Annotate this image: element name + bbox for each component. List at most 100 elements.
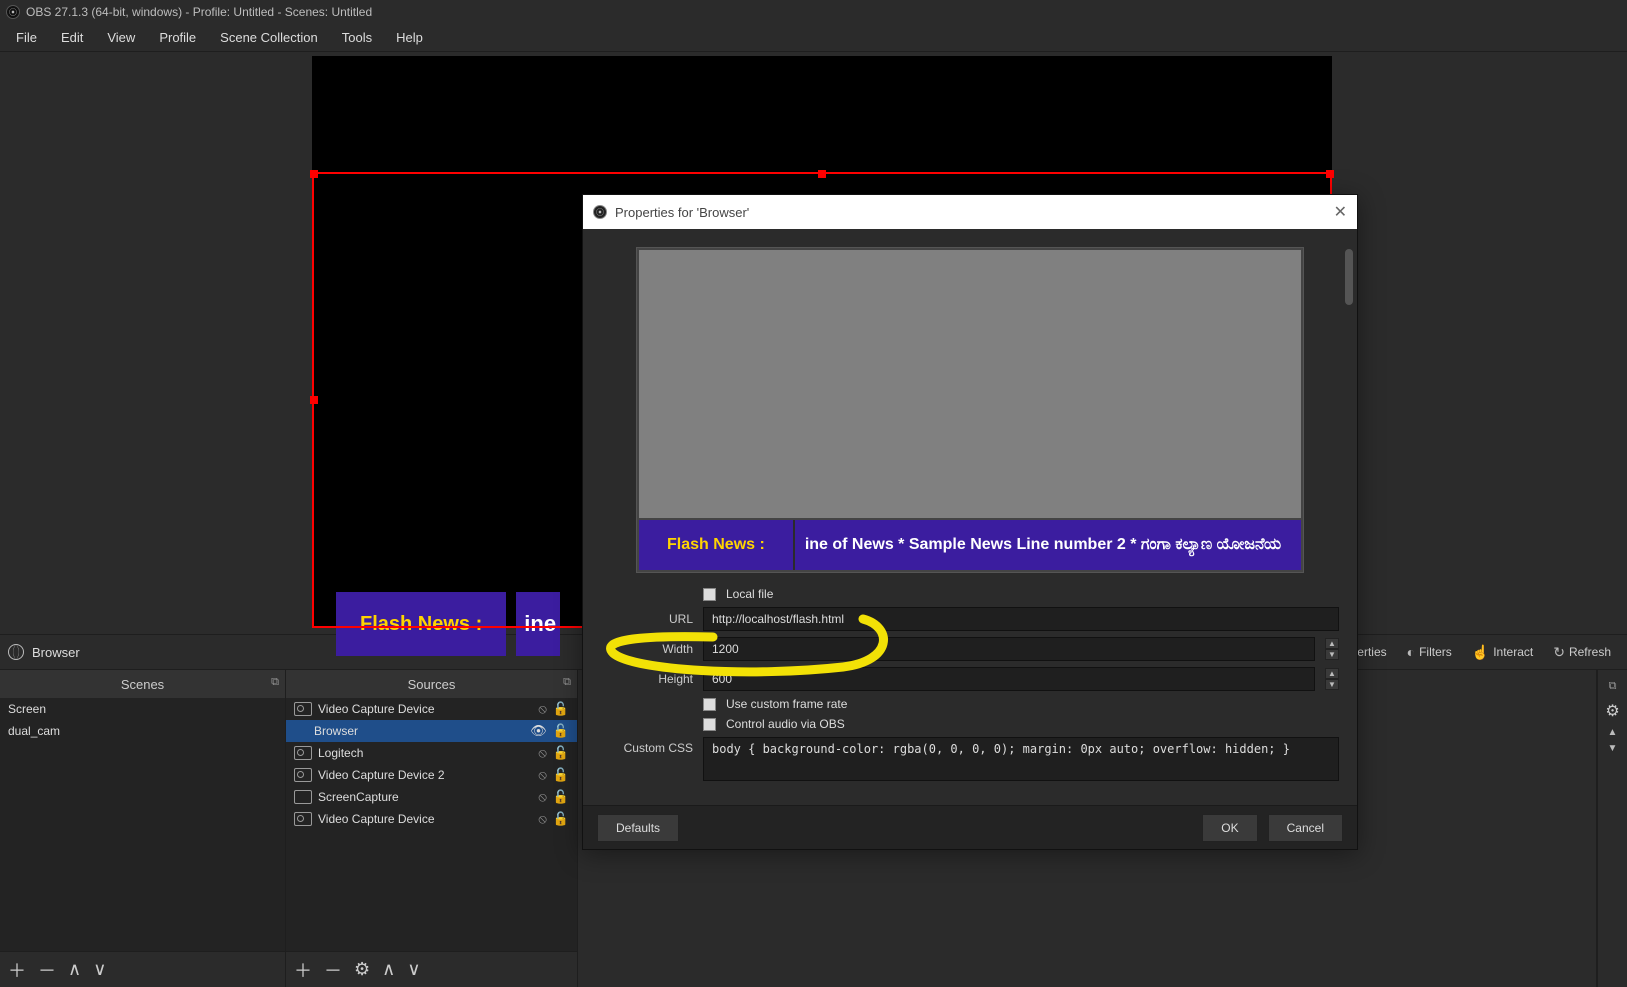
move-down-button[interactable]: ∨ [407,959,420,980]
dialog-flash-label: Flash News : [639,520,793,570]
dialog-title: Properties for 'Browser' [615,205,749,220]
popout-icon[interactable]: ⧉ [271,676,279,689]
height-spin-up[interactable]: ▲ [1325,668,1339,679]
url-label: URL [601,612,693,626]
visibility-toggle[interactable]: ⦸ [538,701,546,717]
source-item[interactable]: Browser👁🔓 [286,720,577,742]
filters-button[interactable]: ◐Filters [1399,640,1460,664]
browser-icon [294,724,308,738]
local-file-checkbox[interactable] [703,588,716,601]
preview-flash-bar: Flash News : ine [336,592,560,656]
close-icon[interactable]: ✕ [1334,202,1347,222]
settings-icon[interactable]: ⚙ [1605,701,1619,721]
ok-button[interactable]: OK [1202,814,1257,842]
camera-icon [294,702,312,716]
menu-profile[interactable]: Profile [147,26,208,49]
menu-tools[interactable]: Tools [330,26,384,49]
scene-item[interactable]: Screen [0,698,285,720]
dialog-footer: Defaults OK Cancel [583,805,1357,849]
remove-source-button[interactable]: － [324,957,342,983]
popout-icon[interactable]: ⧉ [563,676,571,689]
scenes-header: Scenes ⧉ [0,670,285,698]
preview-flash-text: ine [516,592,560,656]
obs-icon: ⦿ [6,5,20,19]
menu-help[interactable]: Help [384,26,435,49]
selected-source-name: Browser [32,645,80,660]
chevron-up-icon[interactable]: ▲ [1608,729,1618,737]
menu-view[interactable]: View [95,26,147,49]
sources-list[interactable]: Video Capture Device⦸🔓 Browser👁🔓 Logitec… [286,698,577,951]
properties-dialog[interactable]: ⦿ Properties for 'Browser' ✕ Flash News … [582,194,1358,850]
obs-icon: ⦿ [593,205,607,219]
move-down-button[interactable]: ∨ [93,959,106,980]
monitor-icon [294,790,312,804]
custom-css-input[interactable]: body { background-color: rgba(0, 0, 0, 0… [703,737,1339,781]
move-up-button[interactable]: ∧ [68,959,81,980]
scenes-dock: Scenes ⧉ Screen dual_cam ＋ － ∧ ∨ [0,670,286,987]
move-up-button[interactable]: ∧ [382,959,395,980]
scenes-list[interactable]: Screen dual_cam [0,698,285,951]
right-sidebar: ⧉ ⚙ ▲ ▼ [1597,670,1627,987]
menu-file[interactable]: File [4,26,49,49]
scenes-footer: ＋ － ∧ ∨ [0,951,285,987]
dialog-titlebar[interactable]: ⦿ Properties for 'Browser' ✕ [583,195,1357,229]
url-input[interactable] [703,607,1339,631]
window-titlebar: ⦿ OBS 27.1.3 (64-bit, windows) - Profile… [0,0,1627,24]
source-item[interactable]: Video Capture Device⦸🔓 [286,698,577,720]
camera-icon [294,746,312,760]
height-label: Height [601,672,693,686]
menu-edit[interactable]: Edit [49,26,95,49]
sources-header: Sources ⧉ [286,670,577,698]
source-item[interactable]: ScreenCapture⦸🔓 [286,786,577,808]
defaults-button[interactable]: Defaults [597,814,679,842]
visibility-toggle[interactable]: ⦸ [538,789,546,805]
lock-toggle[interactable]: 🔓 [553,723,569,739]
visibility-toggle[interactable]: ⦸ [538,811,546,827]
width-input[interactable] [703,637,1315,661]
custom-fps-checkbox[interactable] [703,698,716,711]
popout-icon[interactable]: ⧉ [1609,680,1617,693]
scrollbar-thumb[interactable] [1345,249,1353,305]
preview-flash-label: Flash News : [336,592,506,656]
remove-scene-button[interactable]: － [38,957,56,983]
chevron-down-icon[interactable]: ▼ [1608,745,1618,753]
menu-scene-collection[interactable]: Scene Collection [208,26,330,49]
refresh-button[interactable]: ↻Refresh [1545,640,1619,665]
control-audio-label: Control audio via OBS [726,717,845,731]
browser-preview: Flash News : ine of News * Sample News L… [636,247,1304,573]
source-settings-button[interactable]: ⚙ [354,959,370,980]
lock-toggle[interactable]: 🔓 [553,701,569,717]
camera-icon [294,768,312,782]
visibility-toggle[interactable]: ⦸ [538,767,546,783]
sources-footer: ＋ － ⚙ ∧ ∨ [286,951,577,987]
custom-fps-label: Use custom frame rate [726,697,847,711]
lock-toggle[interactable]: 🔓 [553,811,569,827]
width-spin-down[interactable]: ▼ [1325,649,1339,660]
lock-toggle[interactable]: 🔓 [553,789,569,805]
refresh-icon: ↻ [1553,644,1565,661]
height-input[interactable] [703,667,1315,691]
source-item[interactable]: Video Capture Device 2⦸🔓 [286,764,577,786]
lock-toggle[interactable]: 🔓 [553,767,569,783]
window-title: OBS 27.1.3 (64-bit, windows) - Profile: … [26,5,372,19]
sources-dock: Sources ⧉ Video Capture Device⦸🔓 Browser… [286,670,578,987]
source-item[interactable]: Logitech⦸🔓 [286,742,577,764]
source-item[interactable]: Video Capture Device⦸🔓 [286,808,577,830]
interact-button[interactable]: ☝Interact [1464,640,1541,665]
scene-item[interactable]: dual_cam [0,720,285,742]
cancel-button[interactable]: Cancel [1268,814,1343,842]
browser-icon [8,644,24,660]
lock-toggle[interactable]: 🔓 [553,745,569,761]
dialog-flash-text: ine of News * Sample News Line number 2 … [793,520,1301,570]
visibility-toggle[interactable]: 👁 [530,723,547,739]
visibility-toggle[interactable]: ⦸ [538,745,546,761]
add-source-button[interactable]: ＋ [294,957,312,983]
interact-icon: ☝ [1472,644,1489,661]
custom-css-label: Custom CSS [601,737,693,755]
local-file-label: Local file [726,587,773,601]
control-audio-checkbox[interactable] [703,718,716,731]
height-spin-down[interactable]: ▼ [1325,679,1339,690]
add-scene-button[interactable]: ＋ [8,957,26,983]
width-spin-up[interactable]: ▲ [1325,638,1339,649]
width-label: Width [601,642,693,656]
